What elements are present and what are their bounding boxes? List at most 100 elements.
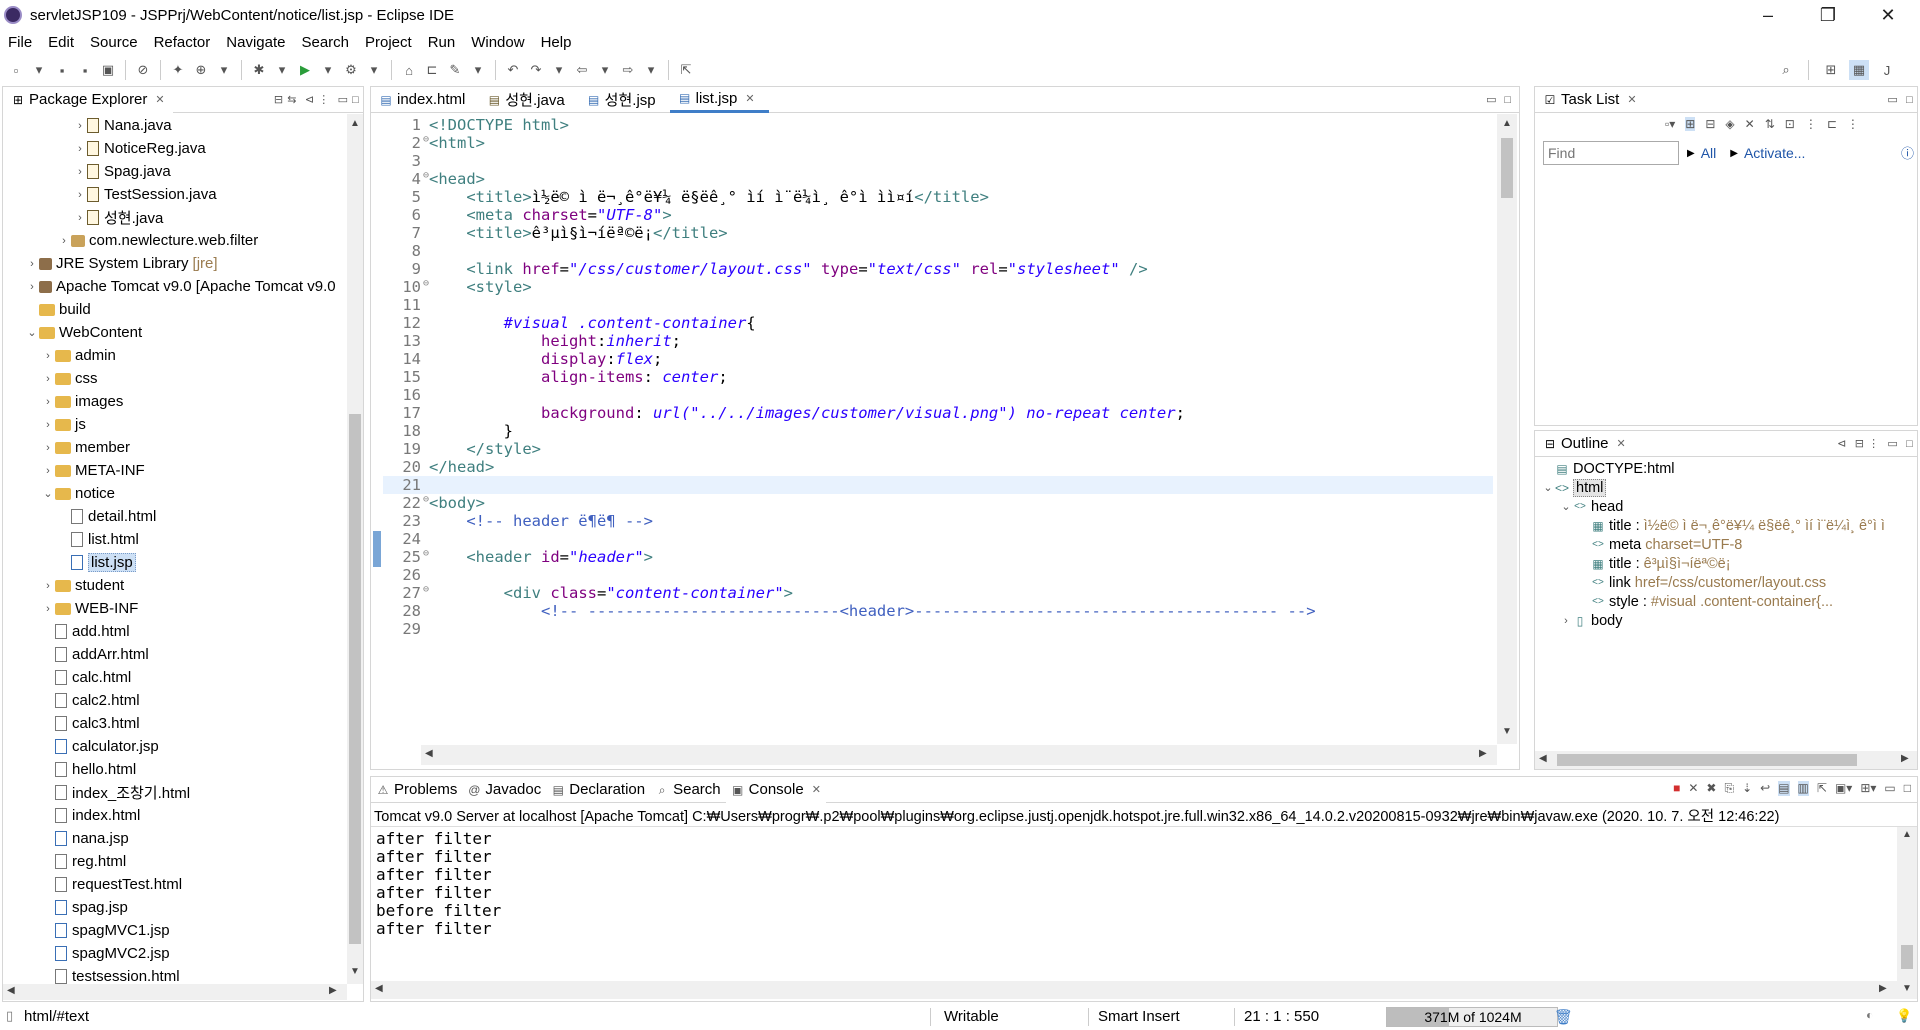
tree-item[interactable]: › Spag.java — [3, 160, 345, 183]
outline-item[interactable]: ▦ title : ê³µì§ì¬í­ëª©ë¡ — [1539, 554, 1899, 573]
expand-toggle-icon[interactable]: › — [73, 212, 87, 224]
tree-item[interactable]: › WEB-INF — [3, 597, 345, 620]
tree-item[interactable]: build — [3, 298, 345, 321]
fold-toggle-icon[interactable]: ⊖ — [423, 494, 429, 505]
expand-toggle-icon[interactable]: › — [41, 442, 55, 454]
link-editor-icon[interactable]: ⇆ — [287, 93, 296, 106]
console-scrollbar[interactable]: ▲ ▼ — [1897, 827, 1917, 999]
display-console-icon[interactable]: ▣▾ — [1835, 781, 1852, 796]
dropdown-icon[interactable]: ▾ — [29, 60, 49, 80]
tree-item[interactable]: addArr.html — [3, 643, 345, 666]
maximize-icon[interactable]: □ — [1504, 94, 1511, 106]
word-wrap-icon[interactable]: ↩ — [1760, 781, 1770, 796]
back-icon[interactable]: ⇦ — [572, 60, 592, 80]
forward-icon[interactable]: ⇨ — [618, 60, 638, 80]
tip-icon[interactable]: 💡 — [1896, 1008, 1912, 1024]
tree-item[interactable]: calc.html — [3, 666, 345, 689]
new-icon[interactable]: ▫ — [6, 60, 26, 80]
tab-search[interactable]: ⌕ Search — [650, 777, 726, 803]
tree-item[interactable]: testsession.html — [3, 965, 345, 984]
tab-editor-file[interactable]: ▤ index.html — [371, 87, 479, 113]
tree-item[interactable]: index_조창기.html — [3, 781, 345, 804]
tree-item[interactable]: index.html — [3, 804, 345, 827]
expand-toggle-icon[interactable]: › — [73, 166, 87, 178]
minimize-button[interactable]: – — [1740, 0, 1796, 30]
maximize-icon[interactable]: □ — [1906, 94, 1913, 106]
tree-item[interactable]: calculator.jsp — [3, 735, 345, 758]
dropdown-icon[interactable]: ▾ — [318, 60, 338, 80]
filter-icon[interactable]: ⊲ — [1837, 437, 1846, 450]
dropdown-icon[interactable]: ▾ — [272, 60, 292, 80]
fold-toggle-icon[interactable]: ⊖ — [423, 584, 429, 595]
new-task-icon[interactable]: ▫▾ — [1665, 117, 1675, 131]
all-link[interactable]: All — [1701, 145, 1717, 161]
scroll-thumb[interactable] — [1557, 754, 1857, 766]
expand-toggle-icon[interactable]: ⌄ — [1559, 500, 1573, 513]
tree-item[interactable]: › TestSession.java — [3, 183, 345, 206]
terminate-icon[interactable]: ■ — [1673, 781, 1680, 796]
debug-icon[interactable]: ✱ — [249, 60, 269, 80]
tab-console[interactable]: ▣ Console ✕ — [725, 776, 826, 803]
close-icon[interactable]: ✕ — [155, 93, 164, 106]
tree-item[interactable]: nana.jsp — [3, 827, 345, 850]
tree-item[interactable]: calc3.html — [3, 712, 345, 735]
expand-toggle-icon[interactable]: › — [57, 235, 71, 247]
menu-help[interactable]: Help — [533, 34, 580, 51]
prev-annotation-icon[interactable]: ↶ — [503, 60, 523, 80]
editor-hscrollbar[interactable]: ◀ ▶ — [421, 745, 1497, 765]
view-menu-icon[interactable]: ⋮ — [1805, 117, 1817, 131]
expand-toggle-icon[interactable]: › — [73, 143, 87, 155]
jee-perspective-icon[interactable]: ▦ — [1849, 60, 1869, 80]
tab-javadoc[interactable]: @ Javadoc — [462, 777, 546, 803]
java-perspective-icon[interactable]: J — [1877, 60, 1897, 80]
tree-item[interactable]: › css — [3, 367, 345, 390]
sync-icon[interactable]: ⇅ — [1765, 117, 1775, 131]
minimize-icon[interactable]: ▭ — [1884, 781, 1895, 796]
tab-problems[interactable]: ⚠ Problems — [371, 777, 462, 803]
pin-console-icon[interactable]: ⇱ — [1817, 781, 1827, 796]
expand-toggle-icon[interactable]: › — [41, 419, 55, 431]
maximize-icon[interactable]: □ — [1906, 438, 1913, 450]
tree-item[interactable]: add.html — [3, 620, 345, 643]
expand-toggle-icon[interactable]: › — [41, 465, 55, 477]
remove-launch-icon[interactable]: ✕ — [1688, 781, 1698, 796]
tree-item[interactable]: › admin — [3, 344, 345, 367]
menu-window[interactable]: Window — [463, 34, 532, 51]
outline-item[interactable]: › ▯ body — [1539, 611, 1899, 630]
skip-breakpoints-icon[interactable]: ⊘ — [133, 60, 153, 80]
pin-editor-icon[interactable]: ⇱ — [676, 60, 696, 80]
tree-item[interactable]: list.jsp — [3, 551, 345, 574]
copy-icon[interactable]: ⎘ — [1724, 781, 1734, 796]
maximize-icon[interactable]: □ — [1904, 781, 1911, 796]
tab-package-explorer[interactable]: ⊞ Package Explorer ✕ — [3, 86, 173, 113]
scheduled-icon[interactable]: ⊟ — [1705, 117, 1715, 131]
dropdown-icon[interactable]: ▾ — [468, 60, 488, 80]
tree-item[interactable]: reg.html — [3, 850, 345, 873]
expand-toggle-icon[interactable]: ⌄ — [41, 487, 55, 500]
tab-task-list[interactable]: ☑ Task List ✕ — [1535, 87, 1645, 113]
filter-icon[interactable]: ⊲ — [305, 93, 314, 106]
save-icon[interactable]: ▪ — [52, 60, 72, 80]
collapse-all-icon[interactable]: ⊟ — [1855, 437, 1864, 450]
tree-item[interactable]: ⌄ WebContent — [3, 321, 345, 344]
tree-item[interactable]: › Apache Tomcat v9.0 [Apache Tomcat v9.0 — [3, 275, 345, 298]
remove-all-icon[interactable]: ✖ — [1706, 781, 1716, 796]
expand-toggle-icon[interactable]: › — [41, 396, 55, 408]
tree-item[interactable]: calc2.html — [3, 689, 345, 712]
tree-item[interactable]: requestTest.html — [3, 873, 345, 896]
menu-navigate[interactable]: Navigate — [218, 34, 293, 51]
tree-item[interactable]: › member — [3, 436, 345, 459]
tree-item[interactable]: detail.html — [3, 505, 345, 528]
external-tools-icon[interactable]: ⚙ — [341, 60, 361, 80]
tree-item[interactable]: spagMVC1.jsp — [3, 919, 345, 942]
dropdown-icon[interactable]: ▾ — [364, 60, 384, 80]
expand-toggle-icon[interactable]: › — [25, 258, 39, 270]
tree-item[interactable]: spagMVC2.jsp — [3, 942, 345, 965]
outline-item[interactable]: ▦ title : ì½ë© ì ë¬¸ê°ë¥¼ ë§ëê¸° ìí ì¨ë¼ì… — [1539, 516, 1899, 535]
expand-toggle-icon[interactable]: › — [41, 373, 55, 385]
fold-toggle-icon[interactable]: ⊖ — [423, 170, 429, 181]
outline-item[interactable]: ▤ DOCTYPE:html — [1539, 459, 1899, 478]
tab-editor-file[interactable]: ▤ 성현.jsp — [579, 87, 670, 113]
focus-icon[interactable]: ◈ — [1725, 117, 1734, 131]
tab-outline[interactable]: ⊟ Outline ✕ — [1535, 431, 1634, 457]
